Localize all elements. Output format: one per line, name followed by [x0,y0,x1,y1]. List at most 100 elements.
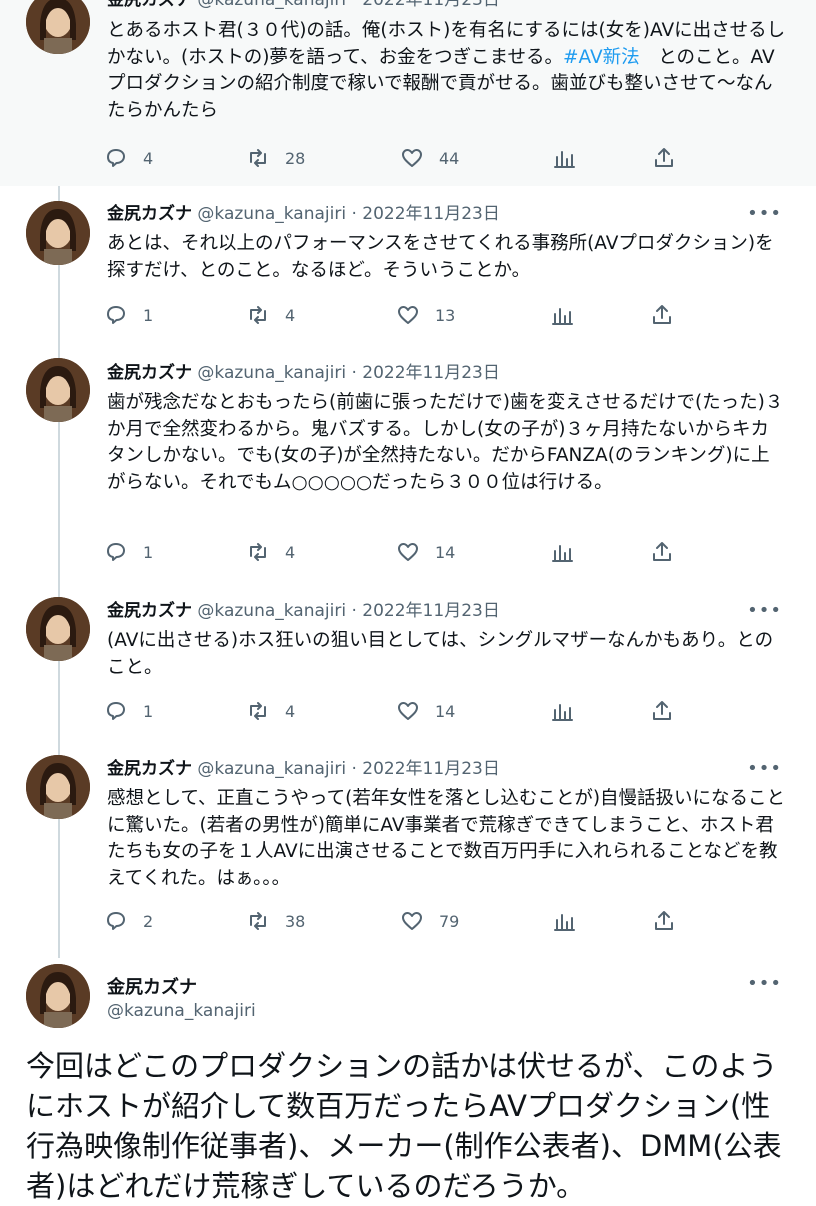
retweet-count: 4 [285,701,296,721]
author-name[interactable]: 金尻カズナ [107,204,192,224]
like-count: 14 [435,701,456,721]
hashtag-link[interactable]: #AV新法 [563,47,640,68]
author-name[interactable]: 金尻カズナ [107,601,192,621]
avatar[interactable] [26,201,90,265]
tweet[interactable]: 金尻カズナ @kazuna_kanajiri · 2022年11月23日 •••… [0,739,816,952]
tweet[interactable]: 金尻カズナ @kazuna_kanajiri · 2022年11月23日 •••… [0,186,816,341]
reply-icon [107,306,125,324]
reply-icon [107,702,125,720]
share-button[interactable] [650,697,674,725]
analytics-icon [552,308,573,325]
share-icon [653,701,671,720]
reply-icon [107,543,125,561]
retweet-button[interactable]: 4 [246,538,295,566]
tweet-actions: 2 38 79 [104,907,704,935]
share-button[interactable] [652,144,676,172]
reply-count: 1 [143,542,154,562]
reply-button[interactable]: 4 [104,144,153,172]
tweet-actions: 4 28 44 [104,144,704,172]
retweet-icon [250,306,266,324]
analytics-button[interactable] [552,907,576,935]
share-button[interactable] [650,538,674,566]
share-icon [655,911,673,930]
tweet-date[interactable]: 2022年11月23日 [362,363,500,383]
heart-icon [398,543,418,561]
reply-count: 1 [143,701,154,721]
author-name[interactable]: 金尻カズナ [107,0,192,10]
retweet-button[interactable]: 28 [246,144,305,172]
more-icon[interactable]: ••• [747,203,782,225]
more-icon[interactable]: ••• [747,973,782,995]
reply-count: 2 [143,911,154,931]
analytics-button[interactable] [552,144,576,172]
share-button[interactable] [652,907,676,935]
like-button[interactable]: 14 [396,538,455,566]
tweet-date[interactable]: 2022年11月23日 [362,759,500,779]
tweet-header: 金尻カズナ @kazuna_kanajiri · 2022年11月23日 [107,758,500,780]
tweet-text: 感想として、正直こうやって(若年女性を落とし込むことが)自慢話扱いになることに驚… [107,788,786,889]
author-name[interactable]: 金尻カズナ [107,759,192,779]
author-handle[interactable]: @kazuna_kanajiri [197,363,346,383]
more-icon[interactable]: ••• [747,600,782,622]
author-handle[interactable]: @kazuna_kanajiri [197,759,346,779]
like-button[interactable]: 14 [396,697,455,725]
retweet-button[interactable]: 4 [246,697,295,725]
avatar[interactable] [26,597,90,661]
like-count: 79 [439,911,460,931]
reply-icon [107,149,125,167]
tweet-date[interactable]: 2022年11月23日 [362,204,500,224]
heart-icon [398,306,418,324]
avatar[interactable] [26,755,90,819]
analytics-button[interactable] [550,301,574,329]
tweet-actions: 1 4 14 [104,697,704,725]
analytics-button[interactable] [550,697,574,725]
separator: · [351,204,357,224]
author-name[interactable]: 金尻カズナ [107,363,192,383]
tweet-date[interactable]: 2022年11月23日 [362,601,500,621]
tweet[interactable]: 金尻カズナ @kazuna_kanajiri · 2022年11月23日 とある… [0,0,816,186]
author-handle[interactable]: @kazuna_kanajiri [107,1001,256,1021]
like-count: 14 [435,542,456,562]
share-button[interactable] [650,301,674,329]
tweet-date[interactable]: 2022年11月23日 [362,0,500,10]
reply-button[interactable]: 1 [104,301,153,329]
separator: · [351,363,357,383]
author-name[interactable]: 金尻カズナ [107,973,197,999]
retweet-button[interactable]: 38 [246,907,305,935]
main-tweet-text: 今回はどこのプロダクションの話かは伏せるが、このようにホストが紹介して数百万だっ… [26,1049,782,1203]
tweet[interactable]: 金尻カズナ @kazuna_kanajiri · 2022年11月23日 歯が残… [0,341,816,581]
like-button[interactable]: 44 [400,144,459,172]
tweet-header: 金尻カズナ @kazuna_kanajiri · 2022年11月23日 [107,362,500,384]
avatar[interactable] [26,964,90,1028]
analytics-icon [552,545,573,562]
avatar[interactable] [26,358,90,422]
tweet-header: 金尻カズナ @kazuna_kanajiri · 2022年11月23日 [107,600,500,622]
like-button[interactable]: 13 [396,301,455,329]
analytics-icon [554,151,575,168]
reply-button[interactable]: 1 [104,538,153,566]
retweet-icon [250,543,266,561]
like-button[interactable]: 79 [400,907,459,935]
retweet-count: 38 [285,911,306,931]
share-icon [655,148,673,167]
reply-button[interactable]: 1 [104,697,153,725]
retweet-icon [250,702,266,720]
retweet-count: 4 [285,542,296,562]
retweet-button[interactable]: 4 [246,301,295,329]
like-count: 13 [435,305,456,325]
tweet-text: とあるホスト君(３０代)の話。俺(ホスト)を有名にするには(女を)AVに出させる… [107,18,787,124]
reply-button[interactable]: 2 [104,907,153,935]
more-icon[interactable]: ••• [747,758,782,780]
reply-icon [107,912,125,930]
tweet[interactable]: 金尻カズナ @kazuna_kanajiri · 2022年11月23日 •••… [0,581,816,739]
avatar[interactable] [26,0,90,54]
share-icon [653,542,671,561]
heart-icon [398,702,418,720]
tweet-actions: 1 4 14 [104,538,704,566]
tweet-text: 歯が残念だなとおもったら(前歯に張っただけで)歯を変えさせるだけで(たった)３か… [107,392,784,493]
author-handle[interactable]: @kazuna_kanajiri [197,0,346,10]
analytics-icon [554,914,575,931]
analytics-button[interactable] [550,538,574,566]
author-handle[interactable]: @kazuna_kanajiri [197,601,346,621]
author-handle[interactable]: @kazuna_kanajiri [197,204,346,224]
